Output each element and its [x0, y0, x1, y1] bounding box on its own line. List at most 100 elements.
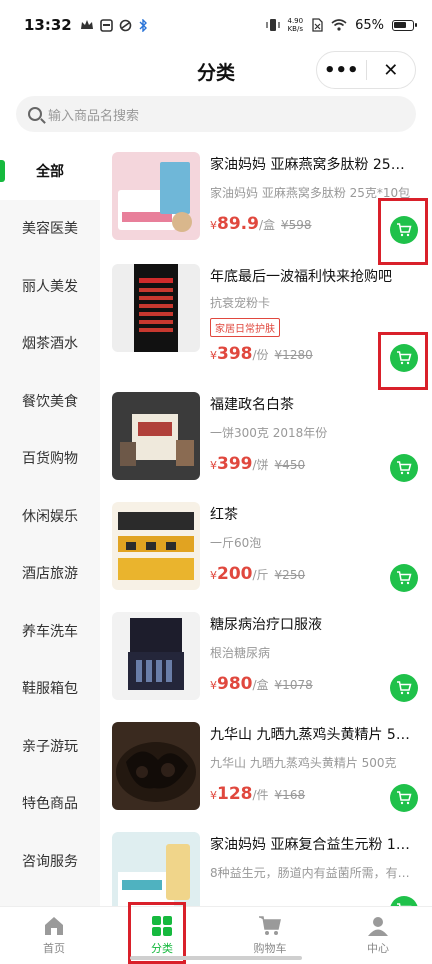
price-amount: 128 — [217, 784, 253, 804]
net-speed-value: 4.90 — [287, 17, 304, 25]
sidebar-item-leisure[interactable]: 休闲娱乐 — [0, 487, 100, 545]
add-to-cart-button[interactable] — [390, 674, 418, 702]
sidebar-item-label: 酒店旅游 — [22, 566, 78, 583]
price-currency: ¥ — [210, 679, 217, 692]
home-icon — [45, 917, 63, 935]
tab-home[interactable]: 首页 — [0, 907, 108, 964]
nav-header: 分类 ••• ✕ — [0, 50, 432, 92]
price-amount: 200 — [217, 564, 253, 584]
sidebar-item-label: 鞋服箱包 — [22, 681, 78, 698]
product-image — [112, 264, 200, 352]
price-currency: ¥ — [210, 789, 217, 802]
product-title: 家油妈妈 亚麻复合益生元粉 10包 — [210, 837, 416, 853]
product-subtitle: 一斤60泡 — [210, 536, 262, 550]
page-title: 分类 — [196, 61, 235, 84]
status-notification-icons — [80, 18, 148, 32]
wifi-icon — [331, 19, 347, 31]
product-image — [112, 502, 200, 590]
product-price: ¥ 200 /斤 ¥250 — [210, 564, 305, 584]
add-to-cart-button[interactable] — [390, 784, 418, 812]
list-item[interactable]: 红茶 一斤60泡 ¥ 200 /斤 ¥250 — [100, 492, 432, 602]
product-price: ¥ 89.9 /盒 ¥598 — [210, 214, 312, 234]
sidebar-item-all[interactable]: 全部 — [0, 142, 100, 200]
user-icon — [368, 917, 388, 936]
tab-label: 中心 — [367, 942, 389, 955]
product-subtitle: 8种益生元，肠道内有益菌所需，有效调节 — [210, 866, 416, 880]
status-system-icons: 4.90 KB/s 65% — [265, 17, 417, 33]
price-unit: /份 — [252, 348, 269, 362]
close-button[interactable]: ✕ — [367, 52, 416, 88]
tab-label: 首页 — [43, 942, 65, 955]
sidebar-item-shoes-bags[interactable]: 鞋服箱包 — [0, 660, 100, 718]
add-to-cart-button[interactable] — [390, 564, 418, 592]
sidebar-item-family-fun[interactable]: 亲子游玩 — [0, 717, 100, 775]
product-subtitle: 九华山 九晒九蒸鸡头黄精片 500克 — [210, 756, 397, 770]
sidebar-item-label: 餐饮美食 — [22, 393, 78, 410]
list-item[interactable]: 糖尿病治疗口服液 根治糖尿病 ¥ 980 /盒 ¥1078 — [100, 602, 432, 712]
crown-icon — [80, 20, 93, 29]
net-speed: 4.90 KB/s — [288, 17, 304, 33]
sidebar-item-label: 休闲娱乐 — [22, 508, 78, 525]
sidebar-item-hotel-travel[interactable]: 酒店旅游 — [0, 545, 100, 603]
product-subtitle: 一饼300克 2018年份 — [210, 426, 328, 440]
search-placeholder: 输入商品名搜索 — [48, 108, 140, 124]
search-icon — [28, 107, 42, 121]
category-sidebar: 全部 美容医美 丽人美发 烟茶酒水 餐饮美食 百货购物 休闲娱乐 酒店旅游 养车… — [0, 142, 100, 906]
sidebar-item-label: 丽人美发 — [22, 278, 78, 295]
sidebar-item-beauty-medical[interactable]: 美容医美 — [0, 200, 100, 258]
sync-icon — [119, 19, 132, 31]
sidebar-item-hair-beauty[interactable]: 丽人美发 — [0, 257, 100, 315]
battery-icon — [392, 19, 417, 31]
original-price: ¥598 — [281, 218, 312, 232]
sidebar-item-specialty[interactable]: 特色商品 — [0, 775, 100, 833]
tab-label: 购物车 — [253, 942, 287, 955]
price-amount: 399 — [217, 454, 253, 474]
product-image — [112, 152, 200, 240]
original-price: ¥1078 — [274, 678, 313, 692]
product-price: ¥ 980 /盒 ¥1078 — [210, 674, 313, 694]
battery-percent: 65% — [355, 17, 384, 33]
product-title: 家油妈妈 亚麻燕窝多肽粉 25克*10包 — [210, 157, 416, 173]
product-title: 福建政名白茶 — [210, 397, 294, 413]
price-amount: 398 — [217, 344, 253, 364]
price-unit: /斤 — [252, 568, 269, 582]
sidebar-item-food[interactable]: 餐饮美食 — [0, 372, 100, 430]
price-unit: /件 — [252, 788, 269, 802]
cart-icon — [397, 571, 412, 585]
product-list: 家油妈妈 亚麻燕窝多肽粉 25克*10包 家油妈妈 亚麻燕窝多肽粉 25克*10… — [100, 142, 432, 906]
price-amount: 89.9 — [217, 214, 259, 234]
sidebar-item-consulting[interactable]: 咨询服务 — [0, 832, 100, 890]
add-to-cart-button[interactable] — [390, 454, 418, 482]
list-item[interactable]: 家油妈妈 亚麻复合益生元粉 10包 8种益生元，肠道内有益菌所需，有效调节 — [100, 822, 432, 906]
more-button[interactable]: ••• — [317, 52, 366, 88]
cart-icon — [397, 791, 412, 805]
status-time: 13:32 — [24, 16, 72, 34]
sidebar-item-car-wash[interactable]: 养车洗车 — [0, 602, 100, 660]
sidebar-item-label: 美容医美 — [22, 221, 78, 238]
sidebar-item-label: 烟茶酒水 — [22, 336, 78, 353]
original-price: ¥168 — [274, 788, 306, 802]
bluetooth-icon — [139, 18, 147, 32]
list-item[interactable]: 九华山 九晒九蒸鸡头黄精片 500克 九华山 九晒九蒸鸡头黄精片 500克 ¥ … — [100, 712, 432, 822]
home-indicator — [130, 956, 302, 960]
sidebar-item-label: 咨询服务 — [22, 853, 78, 870]
cart-icon — [259, 916, 281, 935]
sidebar-item-label: 亲子游玩 — [22, 738, 78, 755]
tab-user-center[interactable]: 中心 — [324, 907, 432, 964]
list-item[interactable]: 福建政名白茶 一饼300克 2018年份 ¥ 399 /饼 ¥450 — [100, 382, 432, 492]
product-title: 九华山 九晒九蒸鸡头黄精片 500克 — [210, 727, 416, 743]
sidebar-item-label: 特色商品 — [22, 796, 78, 813]
add-to-cart-button[interactable] — [390, 896, 418, 906]
product-price: ¥ 128 /件 ¥168 — [210, 784, 305, 804]
price-unit: /饼 — [252, 458, 269, 472]
product-image — [112, 832, 200, 906]
status-bar: 13:32 4.90 KB/s 65% — [0, 0, 432, 50]
sidebar-item-shopping[interactable]: 百货购物 — [0, 430, 100, 488]
sidebar-item-tobacco-tea-wine[interactable]: 烟茶酒水 — [0, 315, 100, 373]
search-input[interactable]: 输入商品名搜索 — [16, 96, 416, 132]
product-title: 年底最后一波福利快来抢购吧 — [210, 269, 392, 285]
product-image — [112, 392, 200, 480]
original-price: ¥250 — [274, 568, 306, 582]
sidebar-item-label: 养车洗车 — [22, 623, 78, 640]
product-subtitle: 抗衰宠粉卡 — [210, 296, 271, 310]
